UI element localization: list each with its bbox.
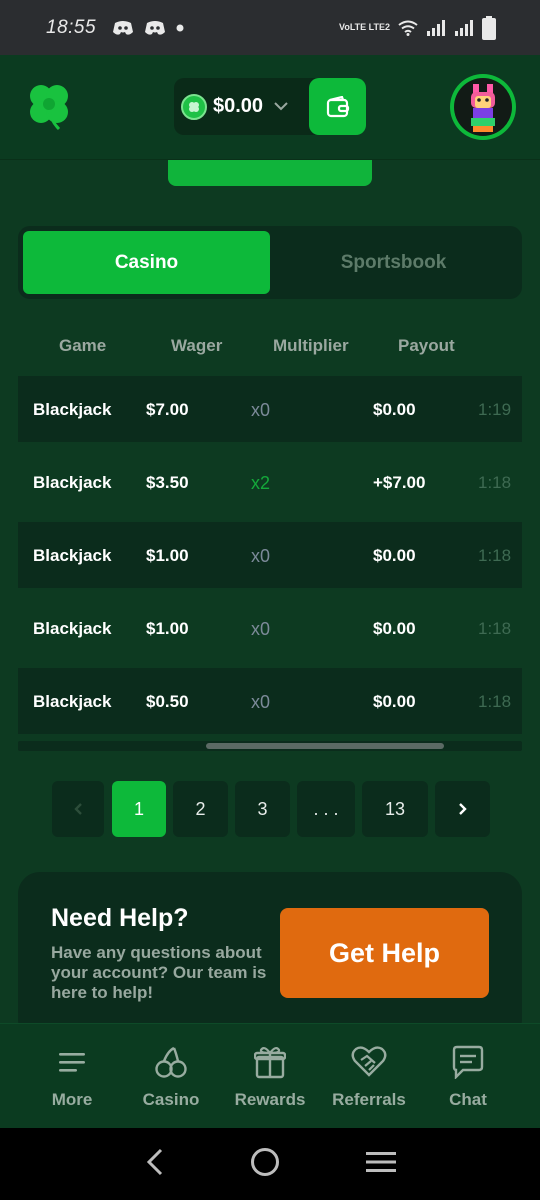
column-header-payout: Payout bbox=[398, 336, 455, 355]
table-row: Blackjack $1.00 x0 $0.00 1:18 bbox=[18, 522, 522, 588]
chevron-right-icon bbox=[458, 803, 467, 815]
cell-time: 1:18 bbox=[478, 546, 512, 565]
cell-wager: $7.00 bbox=[146, 400, 189, 419]
cell-time: 1:18 bbox=[478, 692, 512, 711]
status-right: VoLTE LTE2 bbox=[339, 15, 496, 40]
nav-item-referrals[interactable]: Referrals bbox=[319, 1044, 419, 1110]
cherries-icon bbox=[121, 1044, 221, 1080]
page-button-1[interactable]: 1 bbox=[112, 781, 166, 837]
coin-icon bbox=[181, 93, 207, 120]
help-title: Need Help? bbox=[51, 904, 189, 932]
back-icon[interactable] bbox=[143, 1147, 165, 1182]
nav-item-chat[interactable]: Chat bbox=[418, 1044, 518, 1110]
nav-label: Rewards bbox=[234, 1090, 306, 1109]
table-row: Blackjack $1.00 x0 $0.00 1:18 bbox=[18, 595, 522, 661]
menu-icon bbox=[22, 1044, 122, 1080]
bottom-nav: More Casino Rewards Referrals Chat bbox=[0, 1023, 540, 1128]
cell-multiplier: x2 bbox=[251, 473, 271, 493]
column-header-wager: Wager bbox=[171, 336, 223, 355]
wallet-icon bbox=[326, 95, 349, 117]
cell-payout: +$7.00 bbox=[373, 473, 426, 492]
prev-page-button[interactable] bbox=[52, 781, 104, 837]
column-header-game: Game bbox=[59, 336, 107, 355]
cell-game: Blackjack bbox=[33, 400, 112, 419]
discord-icon bbox=[112, 20, 134, 36]
system-navigation-bar bbox=[0, 1128, 540, 1200]
page-button-3[interactable]: 3 bbox=[235, 781, 290, 837]
discord-icon bbox=[144, 20, 166, 36]
nav-label: Chat bbox=[449, 1090, 487, 1109]
cell-payout: $0.00 bbox=[373, 619, 416, 638]
home-icon[interactable] bbox=[250, 1147, 280, 1182]
column-header-multiplier: Multiplier bbox=[273, 336, 349, 355]
cell-multiplier: x0 bbox=[251, 692, 271, 712]
signal-icon bbox=[426, 19, 446, 37]
cell-multiplier: x0 bbox=[251, 546, 271, 566]
balance-selector[interactable]: $0.00 bbox=[174, 78, 366, 135]
cell-game: Blackjack bbox=[33, 692, 112, 711]
status-bar: 18:55 VoLTE LTE2 bbox=[0, 0, 540, 55]
nav-item-casino[interactable]: Casino bbox=[121, 1044, 221, 1110]
cell-game: Blackjack bbox=[33, 546, 112, 565]
table-row: Blackjack $3.50 x2 +$7.00 1:18 bbox=[18, 449, 522, 515]
nav-label: More bbox=[51, 1090, 93, 1109]
clover-logo-icon[interactable] bbox=[24, 81, 74, 131]
next-page-button[interactable] bbox=[435, 781, 490, 837]
cell-wager: $3.50 bbox=[146, 473, 189, 492]
app-header: $0.00 bbox=[0, 55, 540, 160]
cell-time: 1:18 bbox=[478, 473, 512, 492]
chevron-down-icon bbox=[273, 98, 289, 116]
notification-icons bbox=[112, 20, 184, 36]
wifi-icon bbox=[398, 20, 418, 36]
cell-time: 1:19 bbox=[478, 400, 512, 419]
dot-icon bbox=[176, 24, 184, 32]
cell-wager: $1.00 bbox=[146, 546, 189, 565]
cell-multiplier: x0 bbox=[251, 400, 271, 420]
help-text: Have any questions about your account? O… bbox=[51, 943, 267, 1002]
tab-casino[interactable]: Casino bbox=[23, 231, 270, 294]
gift-icon bbox=[220, 1044, 320, 1080]
bets-table[interactable]: Blackjack $7.00 x0 $0.00 1:19 Blackjack … bbox=[18, 376, 522, 736]
cell-payout: $0.00 bbox=[373, 400, 416, 419]
chevron-left-icon bbox=[74, 803, 82, 815]
bet-type-tabs: Casino Sportsbook bbox=[18, 226, 522, 299]
page-ellipsis[interactable]: . . . bbox=[297, 781, 355, 837]
scrollbar-thumb[interactable] bbox=[206, 743, 444, 749]
handshake-heart-icon bbox=[319, 1044, 419, 1080]
get-help-button[interactable]: Get Help bbox=[280, 908, 489, 998]
horizontal-scrollbar[interactable] bbox=[18, 741, 522, 751]
avatar[interactable] bbox=[450, 74, 516, 140]
page-button-13[interactable]: 13 bbox=[362, 781, 428, 837]
table-header: Game Wager Multiplier Payout bbox=[0, 330, 540, 360]
recents-icon[interactable] bbox=[365, 1150, 397, 1179]
hidden-action-button[interactable] bbox=[168, 160, 372, 186]
cell-payout: $0.00 bbox=[373, 546, 416, 565]
battery-icon bbox=[482, 15, 496, 40]
cell-time: 1:18 bbox=[478, 619, 512, 638]
cell-game: Blackjack bbox=[33, 473, 112, 492]
cell-payout: $0.00 bbox=[373, 692, 416, 711]
tab-sportsbook[interactable]: Sportsbook bbox=[270, 231, 517, 294]
status-time: 18:55 bbox=[46, 16, 97, 38]
cell-game: Blackjack bbox=[33, 619, 112, 638]
nav-label: Casino bbox=[142, 1090, 200, 1109]
nav-label: Referrals bbox=[332, 1090, 406, 1109]
table-row: Blackjack $0.50 x0 $0.00 1:18 bbox=[18, 668, 522, 734]
nav-item-rewards[interactable]: Rewards bbox=[220, 1044, 320, 1110]
balance-amount: $0.00 bbox=[213, 95, 264, 117]
cell-wager: $0.50 bbox=[146, 692, 189, 711]
signal-icon bbox=[454, 19, 474, 37]
chat-icon bbox=[418, 1044, 518, 1080]
page-button-2[interactable]: 2 bbox=[173, 781, 228, 837]
cell-multiplier: x0 bbox=[251, 619, 271, 639]
cell-wager: $1.00 bbox=[146, 619, 189, 638]
nav-item-more[interactable]: More bbox=[22, 1044, 122, 1110]
wallet-button[interactable] bbox=[309, 78, 366, 135]
help-card: Need Help? Have any questions about your… bbox=[18, 872, 522, 1042]
llama-avatar-icon bbox=[471, 84, 495, 132]
network-label: VoLTE LTE2 bbox=[339, 22, 390, 32]
table-row: Blackjack $7.00 x0 $0.00 1:19 bbox=[18, 376, 522, 442]
